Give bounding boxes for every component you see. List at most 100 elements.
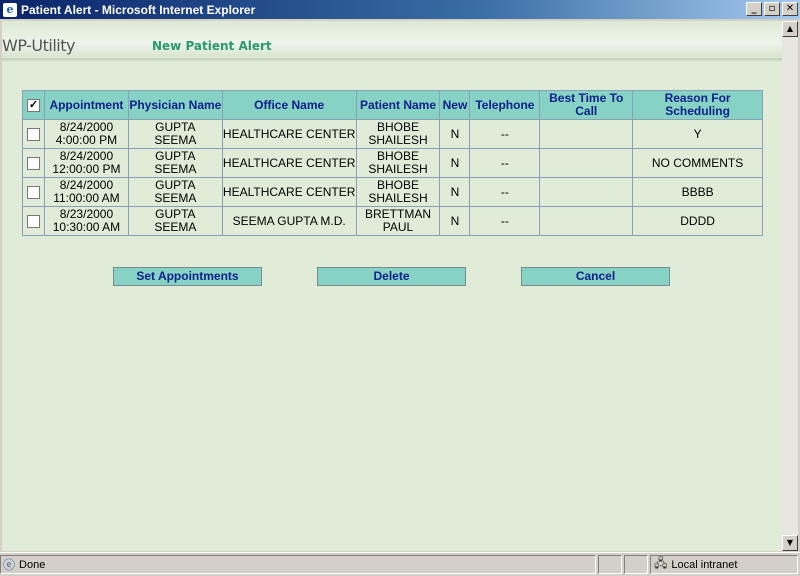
new-cell: N (439, 119, 471, 149)
new-cell: N (439, 148, 471, 178)
minimize-button[interactable]: _ (746, 2, 762, 16)
patient-first: PAUL (382, 220, 414, 234)
col-patient-name: Patient Name (355, 90, 441, 120)
telephone-cell: -- (469, 177, 541, 207)
maximize-button[interactable]: ▫ (764, 2, 780, 16)
patient-cell: BHOBE SHAILESH (355, 119, 441, 149)
telephone-cell: -- (469, 119, 541, 149)
col-appointment: Appointment (43, 90, 129, 120)
page-title: New Patient Alert (152, 39, 272, 53)
best-time-cell (539, 206, 634, 236)
col-physician-name: Physician Name (127, 90, 223, 120)
window-titlebar: e Patient Alert - Microsoft Internet Exp… (0, 0, 800, 19)
physician-first: SEEMA (154, 191, 197, 205)
office-cell: HEALTHCARE CENTER (221, 148, 357, 178)
brand-logo: WP-Utility (2, 36, 75, 55)
physician-last: GUPTA (155, 149, 196, 163)
physician-last: GUPTA (155, 207, 196, 221)
reason-cell: NO COMMENTS (632, 148, 763, 178)
status-pane-blank-2 (624, 555, 648, 574)
telephone-cell: -- (469, 148, 541, 178)
header-divider (2, 58, 782, 62)
patient-first: SHAILESH (368, 162, 428, 176)
new-cell: N (439, 206, 471, 236)
physician-last: GUPTA (155, 120, 196, 134)
status-bar: ⓔ Done 🖧 Local intranet (0, 552, 800, 576)
physician-last: GUPTA (155, 178, 196, 192)
col-best-time: Best Time To Call (539, 90, 634, 120)
cancel-button[interactable]: Cancel (521, 267, 670, 286)
row-checkbox[interactable] (26, 156, 40, 170)
appointment-time: 11:00:00 AM (53, 191, 120, 205)
row-checkbox[interactable] (26, 127, 40, 141)
physician-cell: GUPTA SEEMA (127, 206, 223, 236)
best-time-cell (539, 119, 634, 149)
physician-first: SEEMA (154, 133, 197, 147)
status-pane-zone: 🖧 Local intranet (650, 555, 798, 574)
select-all-cell (22, 90, 45, 120)
window-controls: _ ▫ ✕ (746, 2, 798, 16)
table-row: 8/23/2000 10:30:00 AM GUPTA SEEMA SEEMA GU… (22, 206, 763, 236)
close-button[interactable]: ✕ (782, 2, 798, 16)
page-header: WP-Utility New Patient Alert (2, 21, 782, 57)
page-done-icon: ⓔ (3, 558, 16, 572)
zone-text: Local intranet (671, 558, 738, 571)
status-pane-blank-1 (598, 555, 622, 574)
local-intranet-icon: 🖧 (654, 556, 668, 570)
appointment-date: 8/24/2000 (59, 178, 114, 192)
row-select-cell (22, 206, 45, 236)
office-cell: SEEMA GUPTA M.D. (221, 206, 357, 236)
appointment-time: 10:30:00 AM (52, 220, 121, 234)
table-header-row: Appointment Physician Name Office Name P… (22, 90, 763, 120)
appointment-cell: 8/23/2000 10:30:00 AM (43, 206, 129, 236)
patient-first: SHAILESH (368, 133, 428, 147)
best-time-cell (539, 177, 634, 207)
status-text: Done (19, 558, 46, 571)
table-row: 8/24/2000 12:00:00 PM GUPTA SEEMA HEALTHCA… (22, 148, 763, 178)
appointment-date: 8/23/2000 (59, 207, 114, 221)
window-title: Patient Alert - Microsoft Internet Explo… (21, 2, 256, 17)
physician-cell: GUPTA SEEMA (127, 148, 223, 178)
col-reason: Reason For Scheduling (632, 90, 763, 120)
telephone-cell: -- (469, 206, 541, 236)
reason-cell: Y (632, 119, 763, 149)
patient-last: BHOBE (377, 178, 420, 192)
best-time-cell (539, 148, 634, 178)
office-cell: HEALTHCARE CENTER (221, 177, 357, 207)
scroll-down-arrow-icon[interactable]: ▼ (782, 535, 798, 551)
patient-last: BHOBE (377, 149, 420, 163)
table-row: 8/24/2000 11:00:00 AM GUPTA SEEMA HEALTHCA… (22, 177, 763, 207)
select-all-checkbox[interactable] (26, 98, 40, 112)
row-checkbox[interactable] (26, 185, 40, 199)
patient-last: BRETTMAN (365, 207, 431, 221)
appointment-cell: 8/24/2000 4:00:00 PM (43, 119, 129, 149)
appointment-cell: 8/24/2000 12:00:00 PM (43, 148, 129, 178)
new-cell: N (439, 177, 471, 207)
vertical-scrollbar[interactable]: ▲ ▼ (782, 21, 798, 551)
patient-cell: BHOBE SHAILESH (355, 148, 441, 178)
table-row: 8/24/2000 4:00:00 PM GUPTA SEEMA HEALTHCAR… (22, 119, 763, 149)
col-office-name: Office Name (221, 90, 357, 120)
reason-cell: DDDD (632, 206, 763, 236)
physician-first: SEEMA (154, 162, 197, 176)
row-checkbox[interactable] (26, 214, 40, 228)
patient-cell: BRETTMAN PAUL (355, 206, 441, 236)
office-cell: HEALTHCARE CENTER (221, 119, 357, 149)
patient-first: SHAILESH (368, 191, 428, 205)
row-select-cell (22, 177, 45, 207)
patient-cell: BHOBE SHAILESH (355, 177, 441, 207)
status-pane-main: ⓔ Done (0, 555, 596, 574)
scroll-up-arrow-icon[interactable]: ▲ (782, 21, 798, 37)
row-select-cell (22, 119, 45, 149)
delete-button[interactable]: Delete (317, 267, 466, 286)
set-appointments-button[interactable]: Set Appointments (113, 267, 262, 286)
appointment-time: 4:00:00 PM (55, 133, 118, 147)
physician-first: SEEMA (154, 220, 197, 234)
patient-last: BHOBE (377, 120, 420, 134)
row-select-cell (22, 148, 45, 178)
appointment-cell: 8/24/2000 11:00:00 AM (43, 177, 129, 207)
browser-viewport: WP-Utility New Patient Alert Appointment… (2, 21, 782, 551)
reason-cell: BBBB (632, 177, 763, 207)
ie-icon: e (3, 2, 17, 17)
patient-alert-table: Appointment Physician Name Office Name P… (22, 90, 763, 236)
